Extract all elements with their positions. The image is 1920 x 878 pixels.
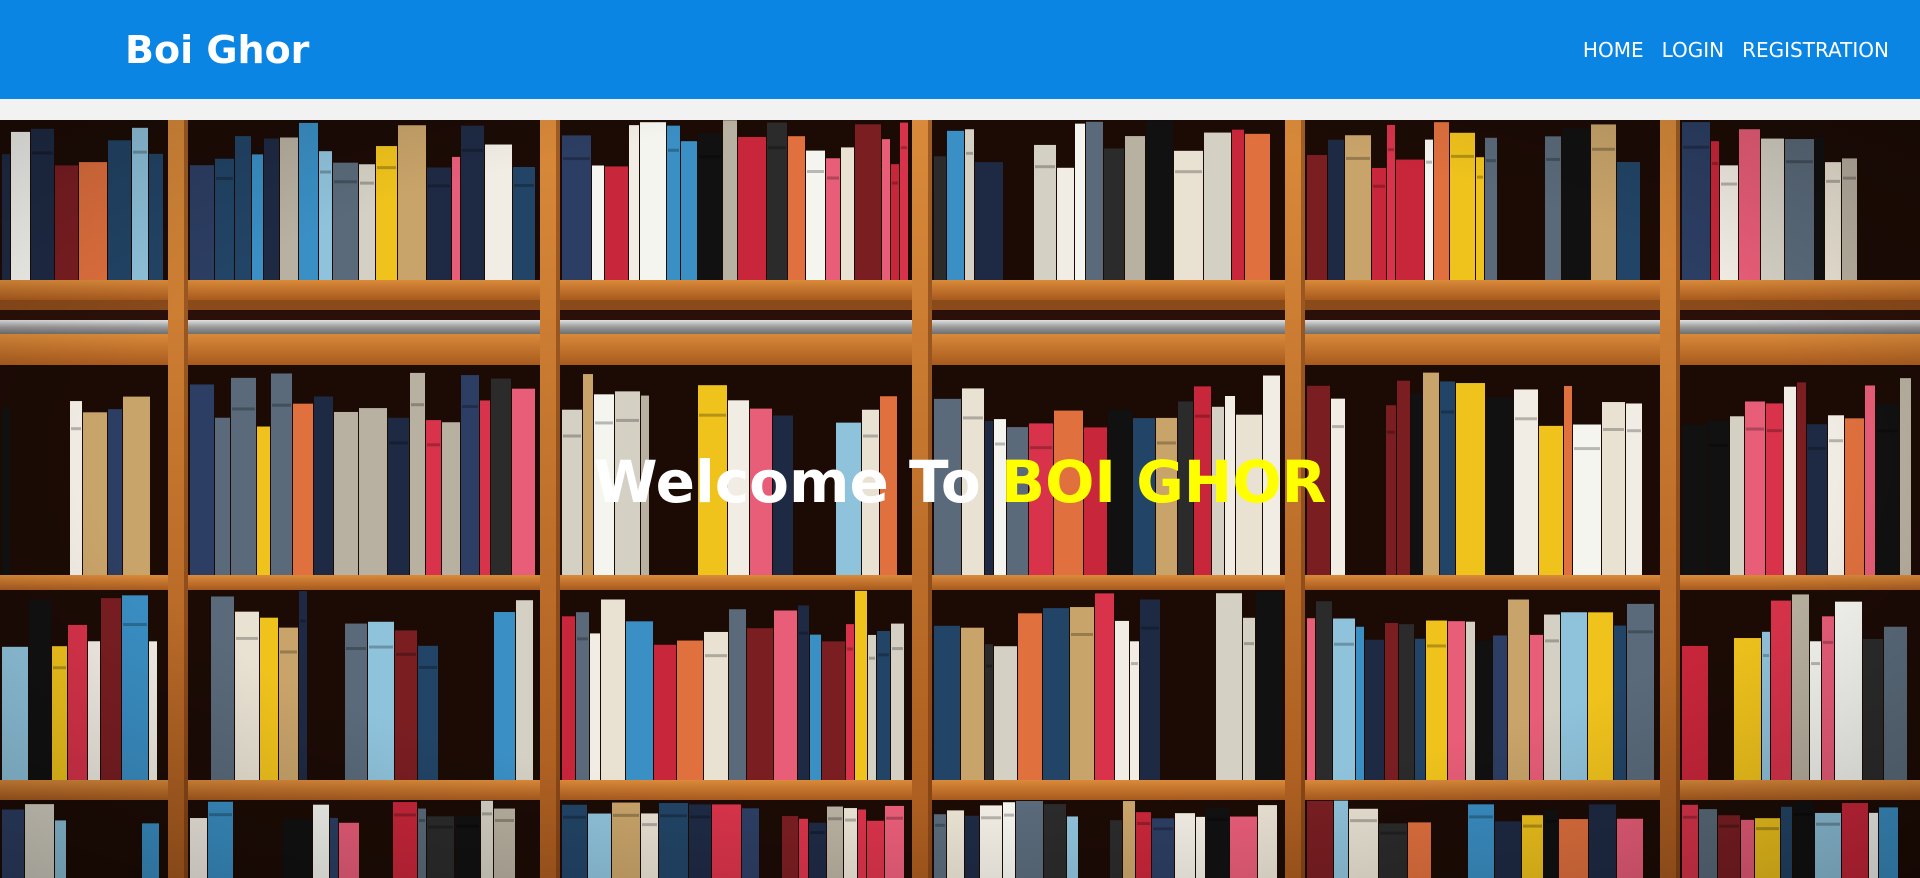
hero-section: Welcome To BOI GHOR [0, 120, 1920, 878]
main-nav: HOME LOGIN REGISTRATION [1583, 36, 1889, 64]
welcome-heading: Welcome To BOI GHOR [0, 442, 1920, 522]
brand-logo[interactable]: Boi Ghor [125, 24, 309, 76]
nav-item-home: HOME [1583, 36, 1644, 64]
registration-link[interactable]: REGISTRATION [1742, 38, 1889, 62]
nav-item-login: LOGIN [1662, 36, 1725, 64]
login-link[interactable]: LOGIN [1662, 38, 1725, 62]
nav-item-registration: REGISTRATION [1742, 36, 1889, 64]
home-link[interactable]: HOME [1583, 38, 1644, 62]
welcome-brand: BOI GHOR [1000, 448, 1327, 516]
welcome-prefix: Welcome To [593, 448, 981, 516]
navbar: Boi Ghor HOME LOGIN REGISTRATION [0, 0, 1920, 99]
